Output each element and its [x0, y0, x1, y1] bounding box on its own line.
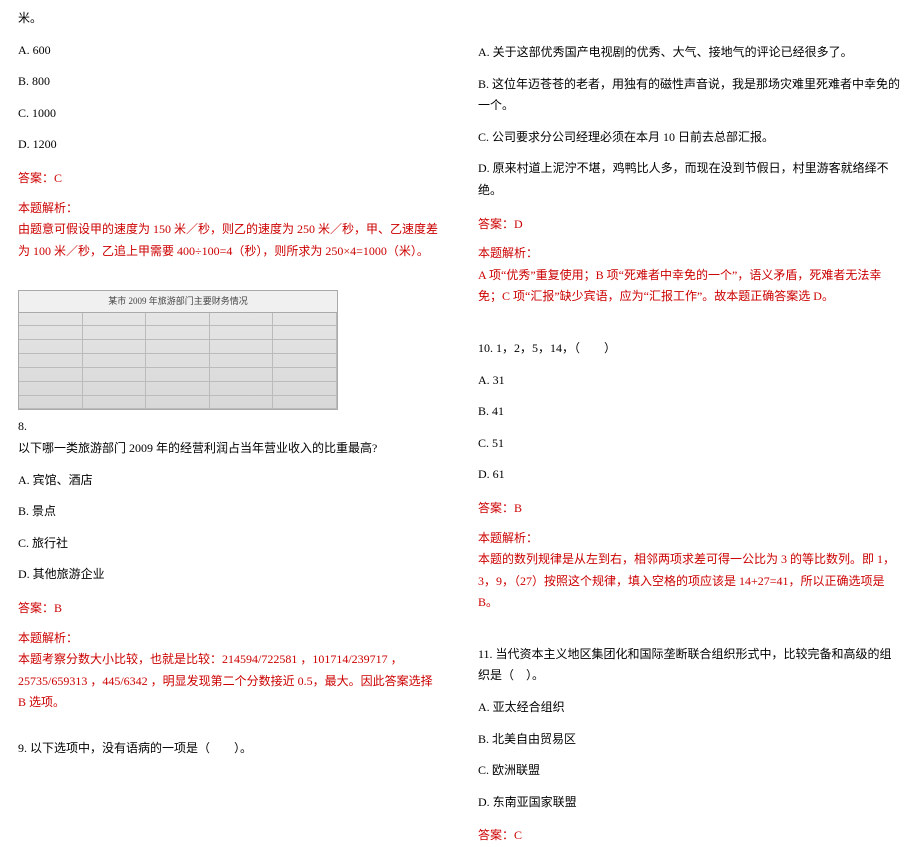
q8-table-title: 某市 2009 年旅游部门主要财务情况	[19, 291, 337, 312]
q10-analysis-text: 本题的数列规律是从左到右，相邻两项求差可得一公比为 3 的等比数列。即 1，3，…	[478, 549, 902, 614]
q9-stem: 9. 以下选项中，没有语病的一项是（ ）。	[18, 738, 442, 760]
question-9-options: A. 关于这部优秀国产电视剧的优秀、大气、接地气的评论已经很多了。 B. 这位年…	[478, 42, 902, 308]
question-9-stem: 9. 以下选项中，没有语病的一项是（ ）。	[18, 738, 442, 760]
q8-analysis-label: 本题解析：	[18, 628, 442, 650]
q10-option-b: B. 41	[478, 395, 902, 423]
q8-number: 8.	[18, 416, 442, 438]
q10-answer: 答案：B	[478, 498, 902, 520]
q8-option-d: D. 其他旅游企业	[18, 558, 442, 586]
q8-stem: 以下哪一类旅游部门 2009 年的经营利润占当年营业收入的比重最高?	[18, 438, 442, 460]
q11-option-c: C. 欧洲联盟	[478, 754, 902, 782]
q8-option-c: C. 旅行社	[18, 527, 442, 555]
q8-option-a: A. 宾馆、酒店	[18, 464, 442, 492]
question-8: 某市 2009 年旅游部门主要财务情况 8. 以下哪一类旅游部门 2009 年的…	[18, 290, 442, 714]
q9-option-a: A. 关于这部优秀国产电视剧的优秀、大气、接地气的评论已经很多了。	[478, 42, 902, 64]
q7-option-b: B. 800	[18, 65, 442, 93]
q9-analysis-label: 本题解析：	[478, 243, 902, 265]
question-7-tail: 米。 A. 600 B. 800 C. 1000 D. 1200 答案：C 本题…	[18, 8, 442, 262]
q7-option-a: A. 600	[18, 34, 442, 62]
q11-answer: 答案：C	[478, 825, 902, 847]
q11-option-a: A. 亚太经合组织	[478, 691, 902, 719]
q8-option-b: B. 景点	[18, 495, 442, 523]
q10-option-d: D. 61	[478, 458, 902, 486]
q11-option-d: D. 东南亚国家联盟	[478, 786, 902, 814]
right-column: A. 关于这部优秀国产电视剧的优秀、大气、接地气的评论已经很多了。 B. 这位年…	[460, 0, 920, 651]
q10-stem: 10. 1，2，5，14，（ ）	[478, 338, 902, 360]
q9-option-d: D. 原来村道上泥泞不堪，鸡鸭比人多，而现在没到节假日，村里游客就络绎不绝。	[478, 152, 902, 201]
q8-answer: 答案：B	[18, 598, 442, 620]
page-container: 米。 A. 600 B. 800 C. 1000 D. 1200 答案：C 本题…	[0, 0, 920, 651]
q7-option-c: C. 1000	[18, 97, 442, 125]
q10-option-a: A. 31	[478, 364, 902, 392]
question-10: 10. 1，2，5，14，（ ） A. 31 B. 41 C. 51 D. 61…	[478, 338, 902, 614]
q7-analysis-label: 本题解析：	[18, 198, 442, 220]
q9-analysis-text: A 项“优秀”重复使用；B 项“死难者中幸免的一个”，语义矛盾，死难者无法幸免；…	[478, 265, 902, 308]
question-11: 11. 当代资本主义地区集团化和国际垄断联合组织形式中，比较完备和高级的组织是（…	[478, 644, 902, 847]
q9-option-b: B. 这位年迈苍苍的老者，用独有的磁性声音说，我是那场灾难里死难者中幸免的一个。	[478, 68, 902, 117]
q10-analysis-label: 本题解析：	[478, 528, 902, 550]
q8-analysis-text: 本题考察分数大小比较，也就是比较：214594/722581 ，101714/2…	[18, 649, 442, 714]
q9-answer: 答案：D	[478, 214, 902, 236]
q11-stem: 11. 当代资本主义地区集团化和国际垄断联合组织形式中，比较完备和高级的组织是（…	[478, 644, 902, 687]
q7-option-d: D. 1200	[18, 128, 442, 156]
left-column: 米。 A. 600 B. 800 C. 1000 D. 1200 答案：C 本题…	[0, 0, 460, 651]
q7-stem-tail: 米。	[18, 8, 442, 30]
q7-analysis-text: 由题意可假设甲的速度为 150 米／秒，则乙的速度为 250 米／秒，甲、乙速度…	[18, 219, 442, 262]
q9-option-c: C. 公司要求分公司经理必须在本月 10 日前去总部汇报。	[478, 121, 902, 149]
q10-option-c: C. 51	[478, 427, 902, 455]
q8-data-table: 某市 2009 年旅游部门主要财务情况	[18, 290, 338, 410]
q11-option-b: B. 北美自由贸易区	[478, 723, 902, 751]
q7-answer: 答案：C	[18, 168, 442, 190]
